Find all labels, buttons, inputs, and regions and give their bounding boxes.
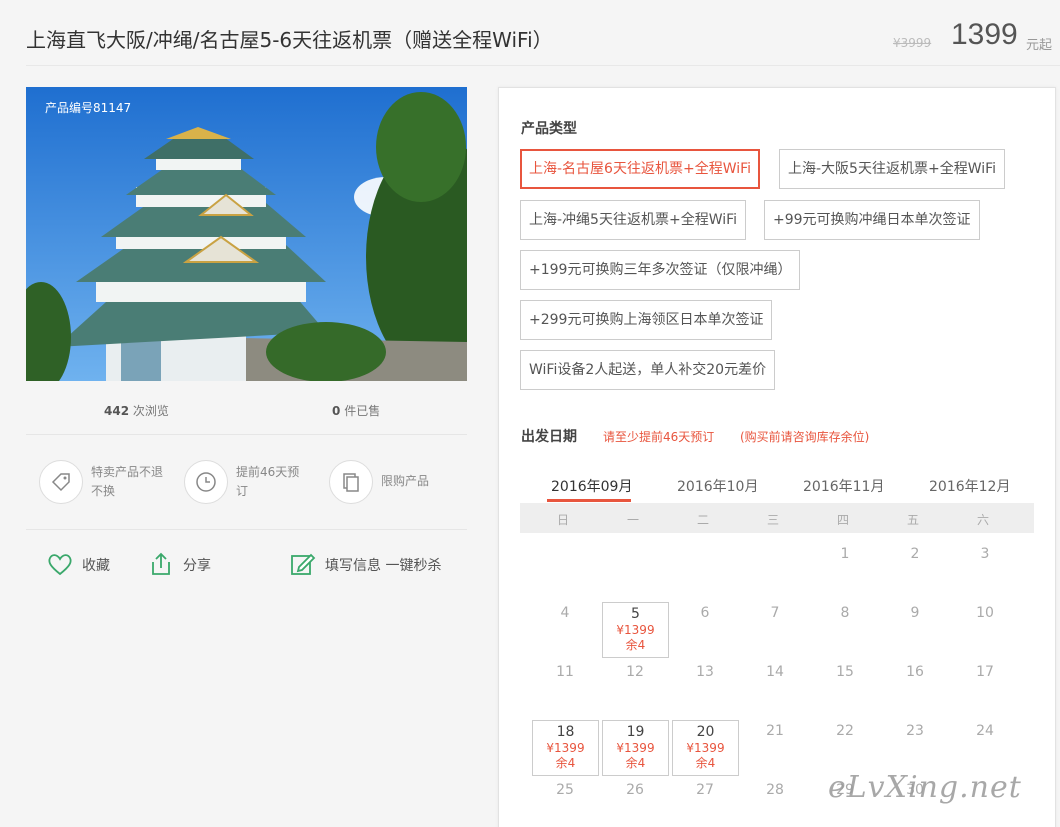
calendar-day: 23: [906, 723, 924, 739]
header-divider: [26, 65, 1060, 66]
calendar-day: 28: [766, 782, 784, 798]
advance-booking-hint: 请至少提前46天预订: [603, 430, 715, 444]
product-option-4[interactable]: +99元可换购冲绳日本单次签证: [764, 200, 980, 240]
day-remaining: 余4: [555, 756, 576, 770]
calendar-day: 7: [770, 605, 780, 621]
day-number: 18: [556, 724, 575, 740]
weekday: 四: [836, 513, 849, 527]
product-option-1[interactable]: 上海-名古屋6天往返机票+全程WiFi: [520, 149, 761, 189]
day-number: 5: [631, 606, 640, 622]
calendar-day: 15: [836, 664, 854, 680]
calendar-day-available[interactable]: 19 ¥1399 余4: [602, 720, 669, 776]
day-remaining: 余4: [625, 756, 646, 770]
sold-count: 0: [332, 404, 341, 418]
calendar-day: 14: [766, 664, 784, 680]
calendar-day: 9: [910, 605, 920, 621]
calendar-day: 11: [556, 664, 574, 680]
product-header: 上海直飞大阪/冲绳/名古屋5-6天往返机票（赠送全程WiFi） ¥3999 13…: [0, 0, 1060, 66]
calendar-day: 16: [906, 664, 924, 680]
views-label: 次浏览: [132, 404, 169, 418]
views-stat: 442 次浏览: [104, 402, 169, 419]
calendar-day: 6: [700, 605, 710, 621]
month-tab-oct[interactable]: 2016年10月: [677, 476, 758, 496]
product-number: 产品编号81147: [45, 101, 132, 115]
calendar-day: 21: [766, 723, 784, 739]
price-tag-icon: [39, 460, 83, 504]
product-option-3[interactable]: 上海-冲绳5天往返机票+全程WiFi: [520, 200, 747, 240]
calendar-day: 13: [696, 664, 714, 680]
calendar-day: 3: [980, 546, 990, 562]
departure-date-title: 出发日期: [521, 429, 577, 445]
favorite-label: 收藏: [82, 558, 110, 574]
share-label: 分享: [183, 558, 211, 574]
weekday: 六: [976, 513, 989, 527]
weekday: 日: [556, 513, 569, 527]
calendar-day: 27: [696, 782, 714, 798]
sold-label: 件已售: [344, 404, 381, 418]
weekday: 五: [906, 513, 919, 527]
day-number: 19: [626, 724, 645, 740]
original-price: ¥3999: [893, 36, 932, 50]
product-type-title: 产品类型: [521, 121, 577, 137]
month-tab-dec[interactable]: 2016年12月: [929, 476, 1010, 496]
product-option-6[interactable]: +299元可换购上海领区日本单次签证: [520, 300, 773, 340]
feature-text: 特卖产品不退不换: [91, 465, 164, 498]
calendar-day: 26: [626, 782, 644, 798]
calendar-day: 24: [976, 723, 994, 739]
weekday-header: 日 一 二 三 四 五 六: [520, 503, 1034, 533]
product-stats: 442 次浏览 0 件已售: [26, 392, 467, 432]
calendar-day: 8: [840, 605, 850, 621]
product-option-5[interactable]: +199元可换购三年多次签证（仅限冲绳）: [520, 250, 801, 290]
day-remaining: 余4: [625, 638, 646, 652]
calendar-day: 17: [976, 664, 994, 680]
month-tab-nov[interactable]: 2016年11月: [803, 476, 884, 496]
calendar-day: 22: [836, 723, 854, 739]
day-price: ¥1399: [616, 623, 655, 637]
day-number: 20: [696, 724, 715, 740]
day-remaining: 余4: [695, 756, 716, 770]
calendar-day-available[interactable]: 18 ¥1399 余4: [532, 720, 599, 776]
views-count: 442: [104, 404, 130, 418]
calendar-day: 1: [840, 546, 850, 562]
copy-icon: [329, 460, 373, 504]
day-price: ¥1399: [546, 741, 585, 755]
divider: [26, 434, 467, 435]
fill-info-label: 填写信息 一键秒杀: [325, 558, 442, 574]
weekday: 三: [766, 513, 779, 527]
day-price: ¥1399: [616, 741, 655, 755]
site-watermark: eLvXing.net: [828, 770, 1022, 805]
day-price: ¥1399: [686, 741, 725, 755]
current-price: 1399: [951, 18, 1018, 51]
calendar-day: 25: [556, 782, 574, 798]
calendar-day-available[interactable]: 20 ¥1399 余4: [672, 720, 739, 776]
weekday: 二: [696, 513, 709, 527]
clock-icon: [184, 460, 228, 504]
product-photo[interactable]: [26, 87, 467, 381]
calendar-day: 2: [910, 546, 920, 562]
booking-panel: 产品类型 上海-名古屋6天往返机票+全程WiFi 上海-大阪5天往返机票+全程W…: [498, 87, 1056, 827]
calendar-day: 12: [626, 664, 644, 680]
feature-text: 提前46天预订: [236, 465, 300, 498]
divider: [26, 529, 467, 530]
castle-photo-illustration: [26, 87, 467, 381]
product-title: 上海直飞大阪/冲绳/名古屋5-6天往返机票（赠送全程WiFi）: [26, 28, 553, 52]
active-month-indicator: [547, 499, 631, 502]
price-unit: 元起: [1026, 38, 1053, 53]
month-tab-sep[interactable]: 2016年09月: [551, 476, 632, 496]
sold-stat: 0 件已售: [332, 402, 380, 419]
product-option-2[interactable]: 上海-大阪5天往返机票+全程WiFi: [779, 149, 1006, 189]
calendar-day-available[interactable]: 5 ¥1399 余4: [602, 602, 669, 658]
calendar-day: 10: [976, 605, 994, 621]
weekday: 一: [626, 513, 639, 527]
product-option-7[interactable]: WiFi设备2人起送，单人补交20元差价: [520, 350, 776, 390]
feature-text: 限购产品: [381, 474, 430, 488]
inventory-hint: (购买前请咨询库存余位): [740, 430, 870, 444]
calendar-day: 4: [560, 605, 570, 621]
